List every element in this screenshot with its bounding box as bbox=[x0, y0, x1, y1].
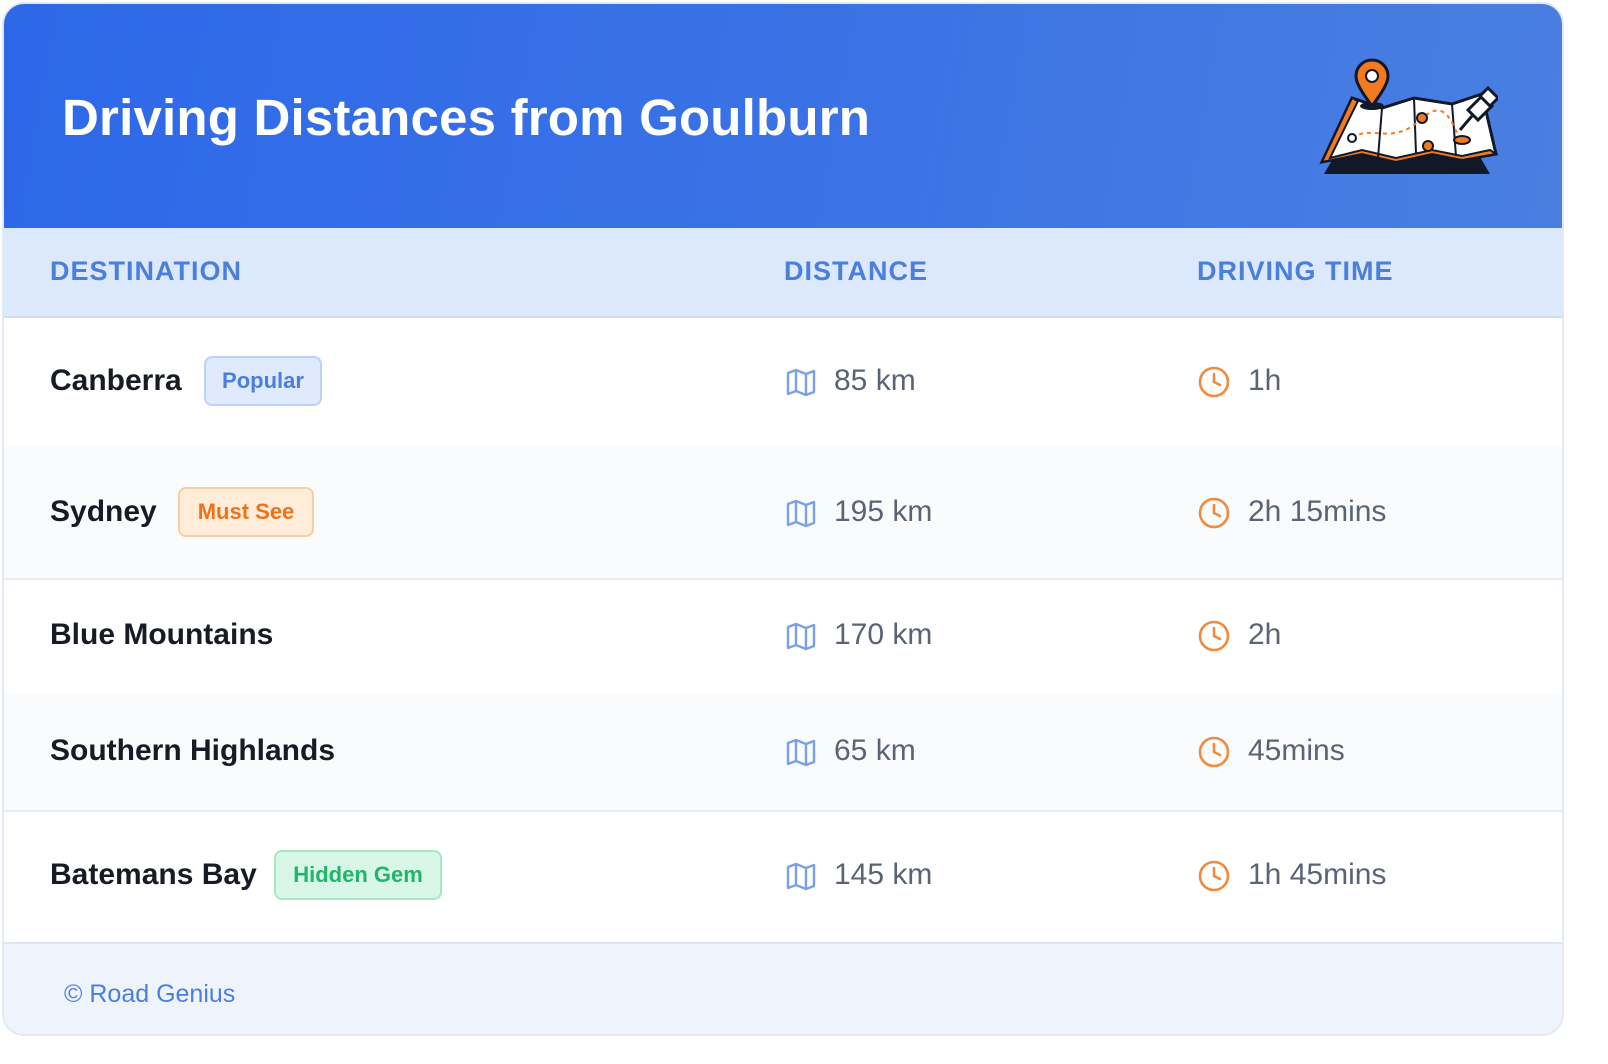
page-title: Driving Distances from Goulburn bbox=[62, 89, 871, 146]
destination-name: Southern Highlands bbox=[50, 734, 335, 767]
map-icon bbox=[784, 496, 818, 530]
driving-time-value: 2h 15mins bbox=[1248, 494, 1387, 528]
driving-time-value: 45mins bbox=[1248, 734, 1345, 767]
destination-name: Canberra bbox=[50, 363, 182, 397]
destination-badge: Hidden Gem bbox=[274, 850, 442, 900]
distance-value: 85 km bbox=[834, 363, 916, 397]
destination-name: Blue Mountains bbox=[50, 618, 274, 651]
map-icon bbox=[784, 365, 818, 399]
column-header-distance: DISTANCE bbox=[784, 256, 929, 286]
destination-name: Batemans Bay bbox=[50, 858, 257, 891]
clock-icon bbox=[1197, 859, 1231, 893]
driving-time-value: 1h 45mins bbox=[1248, 858, 1387, 891]
map-with-pins-icon bbox=[1319, 58, 1498, 174]
table-row: Sydney Must See 195 km 2h 15mins bbox=[4, 447, 1562, 580]
clock-icon bbox=[1197, 735, 1231, 769]
column-header-driving-time: DRIVING TIME bbox=[1197, 256, 1394, 286]
map-icon bbox=[784, 619, 818, 653]
distance-value: 170 km bbox=[834, 618, 933, 651]
clock-icon bbox=[1197, 365, 1231, 399]
map-icon bbox=[784, 735, 818, 769]
clock-icon bbox=[1197, 496, 1231, 530]
driving-time-value: 2h bbox=[1248, 618, 1282, 651]
clock-icon bbox=[1197, 619, 1231, 653]
table-row: Blue Mountains 170 km 2h bbox=[4, 578, 1562, 696]
table-header: DESTINATION DISTANCE DRIVING TIME bbox=[4, 228, 1562, 318]
driving-time-value: 1h bbox=[1248, 363, 1282, 397]
destination-badge: Popular bbox=[204, 355, 322, 406]
map-icon bbox=[784, 859, 818, 893]
distance-value: 195 km bbox=[834, 494, 933, 528]
card-header: Driving Distances from Goulburn bbox=[4, 4, 1562, 228]
column-header-destination: DESTINATION bbox=[50, 256, 242, 286]
table-row: Batemans Bay Hidden Gem 145 km 1h 45mins bbox=[4, 810, 1562, 944]
footer: © Road Genius bbox=[4, 942, 1562, 1034]
destination-badge: Must See bbox=[178, 486, 314, 537]
distance-card: Driving Distances from Goulburn DESTINAT… bbox=[2, 2, 1564, 1036]
distance-value: 65 km bbox=[834, 734, 916, 767]
table-row: Canberra Popular 85 km 1h bbox=[4, 316, 1562, 449]
table-row: Southern Highlands 65 km 45mins bbox=[4, 694, 1562, 812]
distance-value: 145 km bbox=[834, 858, 933, 891]
footer-credit: © Road Genius bbox=[64, 980, 236, 1008]
destination-name: Sydney bbox=[50, 494, 157, 528]
